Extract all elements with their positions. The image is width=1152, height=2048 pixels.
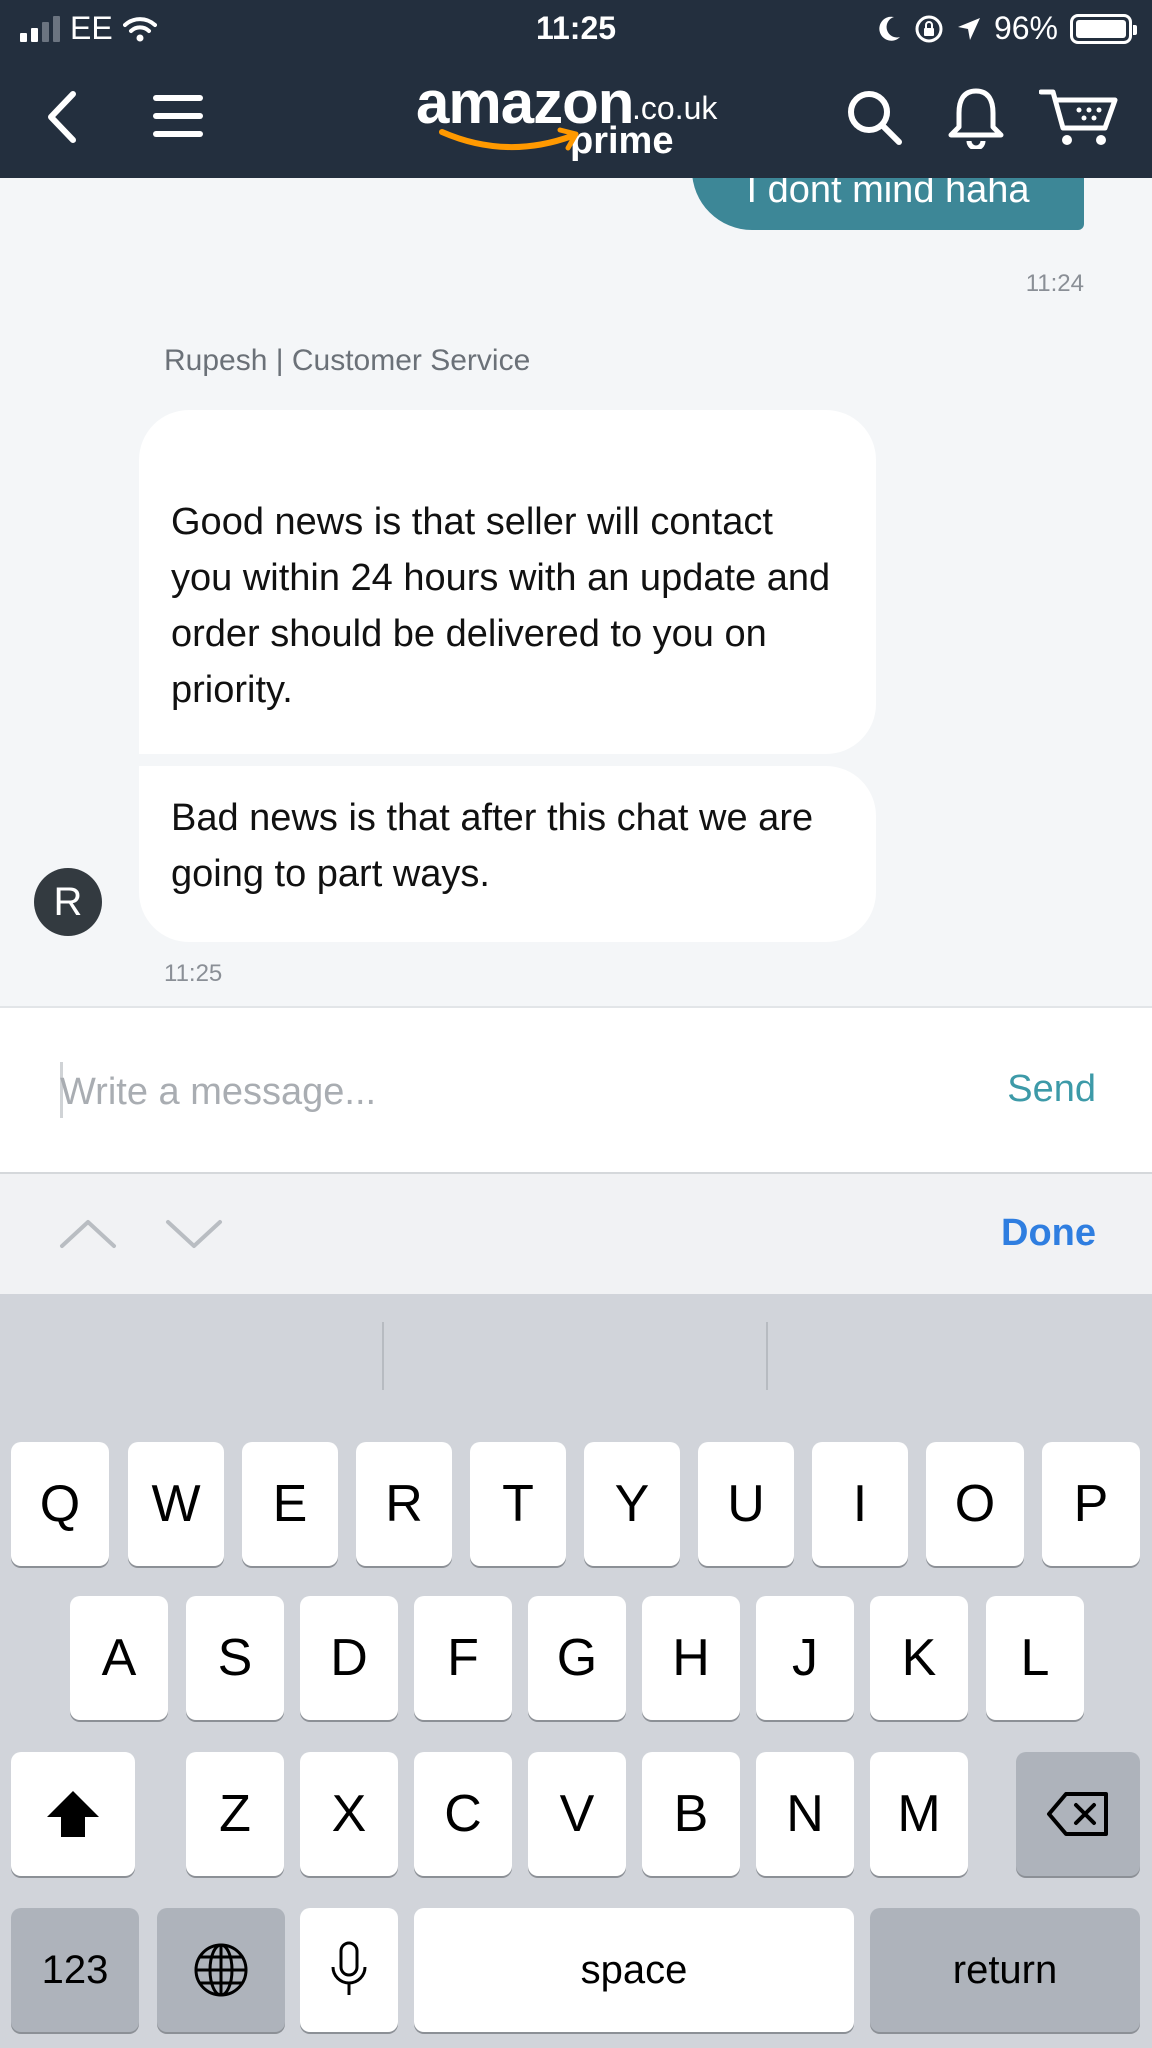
key-w[interactable]: W (128, 1442, 224, 1566)
done-button[interactable]: Done (1001, 1212, 1096, 1255)
globe-icon (194, 1943, 248, 1997)
previous-field-button[interactable] (58, 1204, 118, 1264)
agent-message-text: Bad news is that after this chat we are … (171, 797, 814, 895)
keyboard-accessory-bar: Done (0, 1172, 1152, 1294)
shift-icon (47, 1791, 99, 1837)
key-m[interactable]: M (870, 1752, 968, 1876)
key-a[interactable]: A (70, 1596, 168, 1720)
key-k[interactable]: K (870, 1596, 968, 1720)
search-icon (848, 91, 902, 145)
globe-key[interactable] (157, 1908, 285, 2032)
key-p[interactable]: P (1042, 1442, 1140, 1566)
search-button[interactable] (842, 82, 906, 152)
chevron-up-icon (60, 1220, 116, 1248)
agent-message-timestamp: 11:25 (164, 960, 223, 987)
numbers-key[interactable]: 123 (11, 1908, 139, 2032)
key-y[interactable]: Y (584, 1442, 680, 1566)
key-x[interactable]: X (300, 1752, 398, 1876)
agent-name-label: Rupesh | Customer Service (164, 344, 531, 377)
key-c[interactable]: C (414, 1752, 512, 1876)
key-g[interactable]: G (528, 1596, 626, 1720)
send-button[interactable]: Send (1007, 1068, 1096, 1111)
key-h[interactable]: H (642, 1596, 740, 1720)
key-s[interactable]: S (186, 1596, 284, 1720)
status-bar: EE 11:25 96% (0, 0, 1152, 60)
cart-icon (1039, 89, 1118, 145)
key-d[interactable]: D (300, 1596, 398, 1720)
key-q[interactable]: Q (11, 1442, 109, 1566)
agent-avatar: R (34, 868, 102, 936)
microphone-icon (331, 1941, 367, 1995)
key-u[interactable]: U (698, 1442, 794, 1566)
key-r[interactable]: R (356, 1442, 452, 1566)
bell-icon (948, 88, 1004, 149)
shift-key[interactable] (11, 1752, 135, 1876)
smile-arrow-icon (439, 127, 579, 151)
rotation-lock-icon (915, 15, 943, 42)
key-t[interactable]: T (470, 1442, 566, 1566)
space-key[interactable]: space (414, 1908, 854, 2032)
moon-icon (879, 16, 900, 41)
user-message-timestamp: 11:24 (1025, 270, 1084, 297)
key-z[interactable]: Z (186, 1752, 284, 1876)
key-v[interactable]: V (528, 1752, 626, 1876)
backspace-key[interactable] (1016, 1752, 1140, 1876)
notifications-button[interactable] (944, 80, 1008, 154)
agent-message-text: Good news is that seller will contact yo… (171, 501, 831, 711)
nav-bar: amazon .co.uk prime (0, 60, 1152, 178)
chat-transcript[interactable]: I dont mind haha 11:24 Rupesh | Customer… (0, 178, 1152, 1006)
app-header: EE 11:25 96% amazon .co.uk prime (0, 0, 1152, 178)
suggestion-divider (766, 1322, 768, 1390)
status-right: 96% (876, 10, 1137, 47)
keyboard: Q W E R T Y U I O P A S D F G H J K L Z … (0, 1294, 1152, 2048)
key-n[interactable]: N (756, 1752, 854, 1876)
key-e[interactable]: E (242, 1442, 338, 1566)
key-i[interactable]: I (812, 1442, 908, 1566)
message-composer: Send (0, 1006, 1152, 1172)
agent-message-bubble: Bad news is that after this chat we are … (139, 766, 876, 942)
chevron-down-icon (166, 1220, 222, 1248)
next-field-button[interactable] (164, 1204, 224, 1264)
battery-icon (1070, 13, 1137, 44)
message-input[interactable] (60, 1056, 940, 1128)
microphone-key[interactable] (300, 1908, 398, 2032)
user-message-text: I dont mind haha (746, 178, 1030, 211)
battery-percent: 96% (993, 10, 1058, 46)
key-j[interactable]: J (756, 1596, 854, 1720)
agent-message-bubble: Good news is that seller will contact yo… (139, 410, 876, 754)
user-message-bubble: I dont mind haha (692, 178, 1084, 230)
location-icon (957, 17, 980, 40)
key-f[interactable]: F (414, 1596, 512, 1720)
return-key[interactable]: return (870, 1908, 1140, 2032)
backspace-icon (1047, 1792, 1108, 1836)
cart-button[interactable] (1038, 80, 1120, 154)
key-o[interactable]: O (926, 1442, 1024, 1566)
key-b[interactable]: B (642, 1752, 740, 1876)
key-l[interactable]: L (986, 1596, 1084, 1720)
suggestion-divider (382, 1322, 384, 1390)
